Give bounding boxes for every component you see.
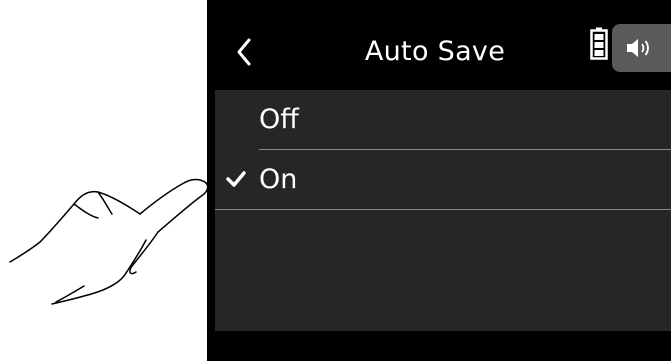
title-bar: Auto Save (215, 10, 671, 90)
illustration: Auto Save Off On (0, 0, 671, 361)
option-label: Off (259, 104, 299, 135)
device-screen: Auto Save Off On (215, 10, 671, 331)
pointing-hand-icon (9, 178, 209, 305)
device-frame: Auto Save Off On (207, 0, 671, 361)
page-title: Auto Save (364, 36, 506, 67)
back-button[interactable] (227, 32, 261, 72)
option-label: On (259, 164, 298, 195)
battery-icon (590, 27, 608, 60)
checkmark-icon (226, 171, 246, 187)
speaker-icon (627, 39, 649, 57)
option-on[interactable]: On (215, 150, 671, 210)
divider (215, 209, 671, 210)
chevron-left-icon (237, 38, 251, 66)
speaker-button[interactable] (612, 24, 671, 72)
option-off[interactable]: Off (215, 90, 671, 150)
options-list: Off On (215, 90, 671, 210)
